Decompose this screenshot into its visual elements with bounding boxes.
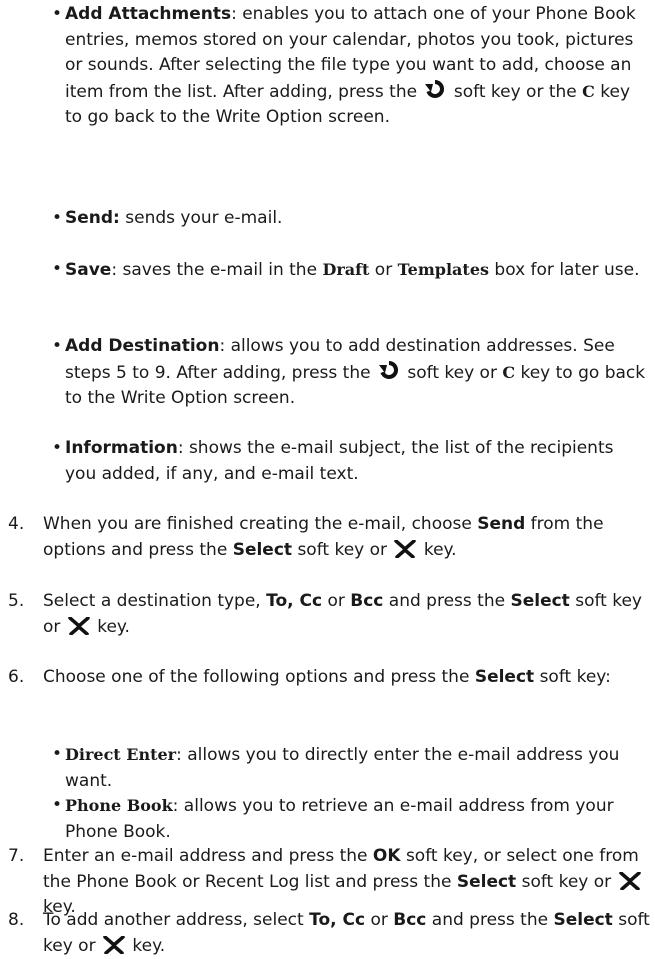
step-text: soft key or — [516, 871, 617, 892]
sub-option-phone-book: • Phone Book: allows you to retrieve an … — [52, 793, 650, 845]
bullet-dot: • — [52, 208, 63, 228]
bullet-term: Add Attachments — [65, 4, 232, 24]
step-text: Select a destination type, — [43, 591, 267, 611]
bullet-add-destination: • Add Destination: allows you to add des… — [52, 334, 650, 412]
sub-option-direct-enter: • Direct Enter: allows you to directly e… — [52, 742, 650, 794]
soft-key-ok: OK — [372, 846, 401, 866]
step-text: or — [322, 591, 351, 611]
step-text: and press the — [426, 910, 554, 930]
bullet-text: sends your e-mail. — [119, 208, 283, 228]
manual-page: • Add Attachments: enables you to attach… — [0, 0, 655, 956]
bullet-text: soft key or the — [448, 81, 583, 102]
bullet-text: or — [369, 260, 398, 280]
bullet-term: Information — [65, 438, 178, 458]
bullet-term: Send: — [65, 208, 120, 228]
step-number: 7. — [8, 846, 25, 866]
step-text: and press the — [383, 591, 511, 611]
bullet-text: box for later use. — [489, 260, 640, 280]
step-text: soft key: — [534, 667, 611, 687]
nav-key-icon — [103, 935, 125, 954]
step-6: 6. Choose one of the following options a… — [8, 665, 655, 691]
key-c: C — [582, 81, 595, 101]
dest-bcc: Bcc — [393, 910, 427, 930]
box-templates: Templates — [397, 260, 489, 279]
bullet-dot: • — [52, 259, 63, 279]
nav-key-icon — [394, 539, 417, 558]
bullet-text: soft key or — [401, 362, 503, 383]
bullet-information: • Information: shows the e-mail subject,… — [52, 436, 650, 487]
back-arrow-icon — [425, 79, 445, 98]
step-text: When you are finished creating the e-mai… — [43, 514, 478, 534]
dest-to-cc: To, Cc — [266, 591, 323, 611]
bullet-add-attachments: • Add Attachments: enables you to attach… — [52, 2, 650, 131]
dest-to-cc: To, Cc — [309, 910, 366, 930]
nav-key-icon — [618, 871, 641, 890]
step-number: 6. — [8, 667, 25, 687]
step-number: 5. — [8, 591, 25, 611]
step-4: 4. When you are finished creating the e-… — [8, 512, 655, 563]
option-send: Send — [477, 514, 526, 534]
step-text: To add another address, select — [43, 910, 310, 930]
soft-key-select: Select — [232, 539, 293, 560]
soft-key-select: Select — [474, 667, 535, 687]
bullet-dot: • — [52, 438, 63, 458]
back-arrow-icon — [378, 360, 398, 379]
bullet-send: • Send: sends your e-mail. — [52, 206, 650, 232]
bullet-dot: • — [52, 744, 63, 764]
key-c: C — [502, 362, 516, 382]
step-text: Choose one of the following options and … — [43, 667, 475, 687]
bullet-save: • Save: saves the e-mail in the Draft or… — [52, 257, 650, 284]
step-8: 8. To add another address, select To, Cc… — [8, 908, 655, 959]
bullet-text: : saves the e-mail in the — [111, 260, 323, 280]
step-number: 8. — [8, 910, 25, 930]
step-5: 5. Select a destination type, To, Cc or … — [8, 589, 655, 640]
step-text: soft key or — [292, 539, 393, 560]
option-term: Direct Enter — [65, 745, 177, 764]
soft-key-select: Select — [510, 591, 570, 611]
bullet-dot: • — [52, 336, 63, 356]
step-text: key. — [126, 935, 166, 956]
step-text: key. — [418, 539, 457, 560]
box-draft: Draft — [322, 260, 370, 279]
bullet-term: Save — [65, 260, 112, 280]
bullet-dot: • — [52, 4, 63, 24]
step-text: Enter an e-mail address and press the — [43, 846, 373, 866]
soft-key-select: Select — [553, 910, 613, 930]
bullet-dot: • — [52, 795, 63, 815]
step-text: key. — [91, 616, 130, 637]
nav-key-icon — [68, 616, 90, 635]
soft-key-select: Select — [456, 871, 517, 892]
bullet-term: Add Destination — [65, 336, 220, 356]
step-text: or — [365, 910, 394, 930]
option-term: Phone Book — [65, 796, 173, 815]
step-number: 4. — [8, 514, 25, 534]
dest-bcc: Bcc — [350, 591, 384, 611]
